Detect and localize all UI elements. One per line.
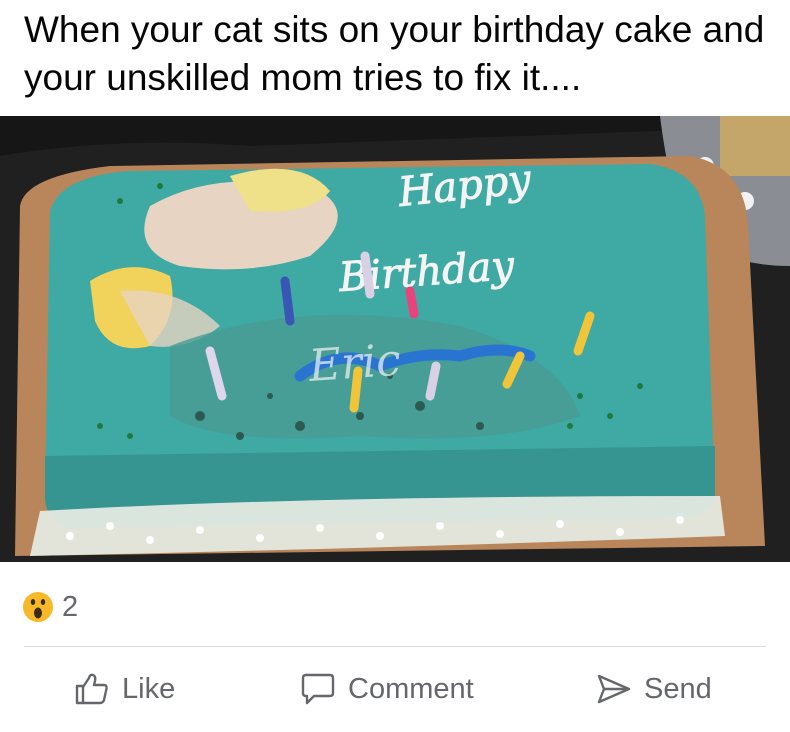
comment-button[interactable]: Comment — [300, 672, 474, 706]
post-actions-bar: Like Comment Send — [0, 660, 790, 722]
reaction-count: 2 — [62, 590, 79, 623]
post-card: When your cat sits on your birthday cake… — [0, 0, 790, 732]
reaction-summary[interactable]: 2 — [22, 587, 78, 627]
comment-label: Comment — [348, 672, 474, 705]
like-button[interactable]: Like — [74, 672, 175, 706]
actions-divider — [24, 646, 766, 647]
wow-emoji-icon — [23, 592, 53, 622]
post-caption: When your cat sits on your birthday cake… — [24, 9, 765, 98]
send-arrow-icon — [597, 674, 631, 704]
cake-photo: Happy Birthday Eric — [0, 116, 790, 562]
send-button[interactable]: Send — [596, 672, 712, 706]
post-photo[interactable]: Happy Birthday Eric — [0, 116, 790, 562]
comment-bubble-icon — [301, 673, 335, 705]
like-label: Like — [122, 672, 176, 705]
send-label: Send — [644, 672, 712, 705]
thumbs-up-icon — [75, 673, 108, 705]
